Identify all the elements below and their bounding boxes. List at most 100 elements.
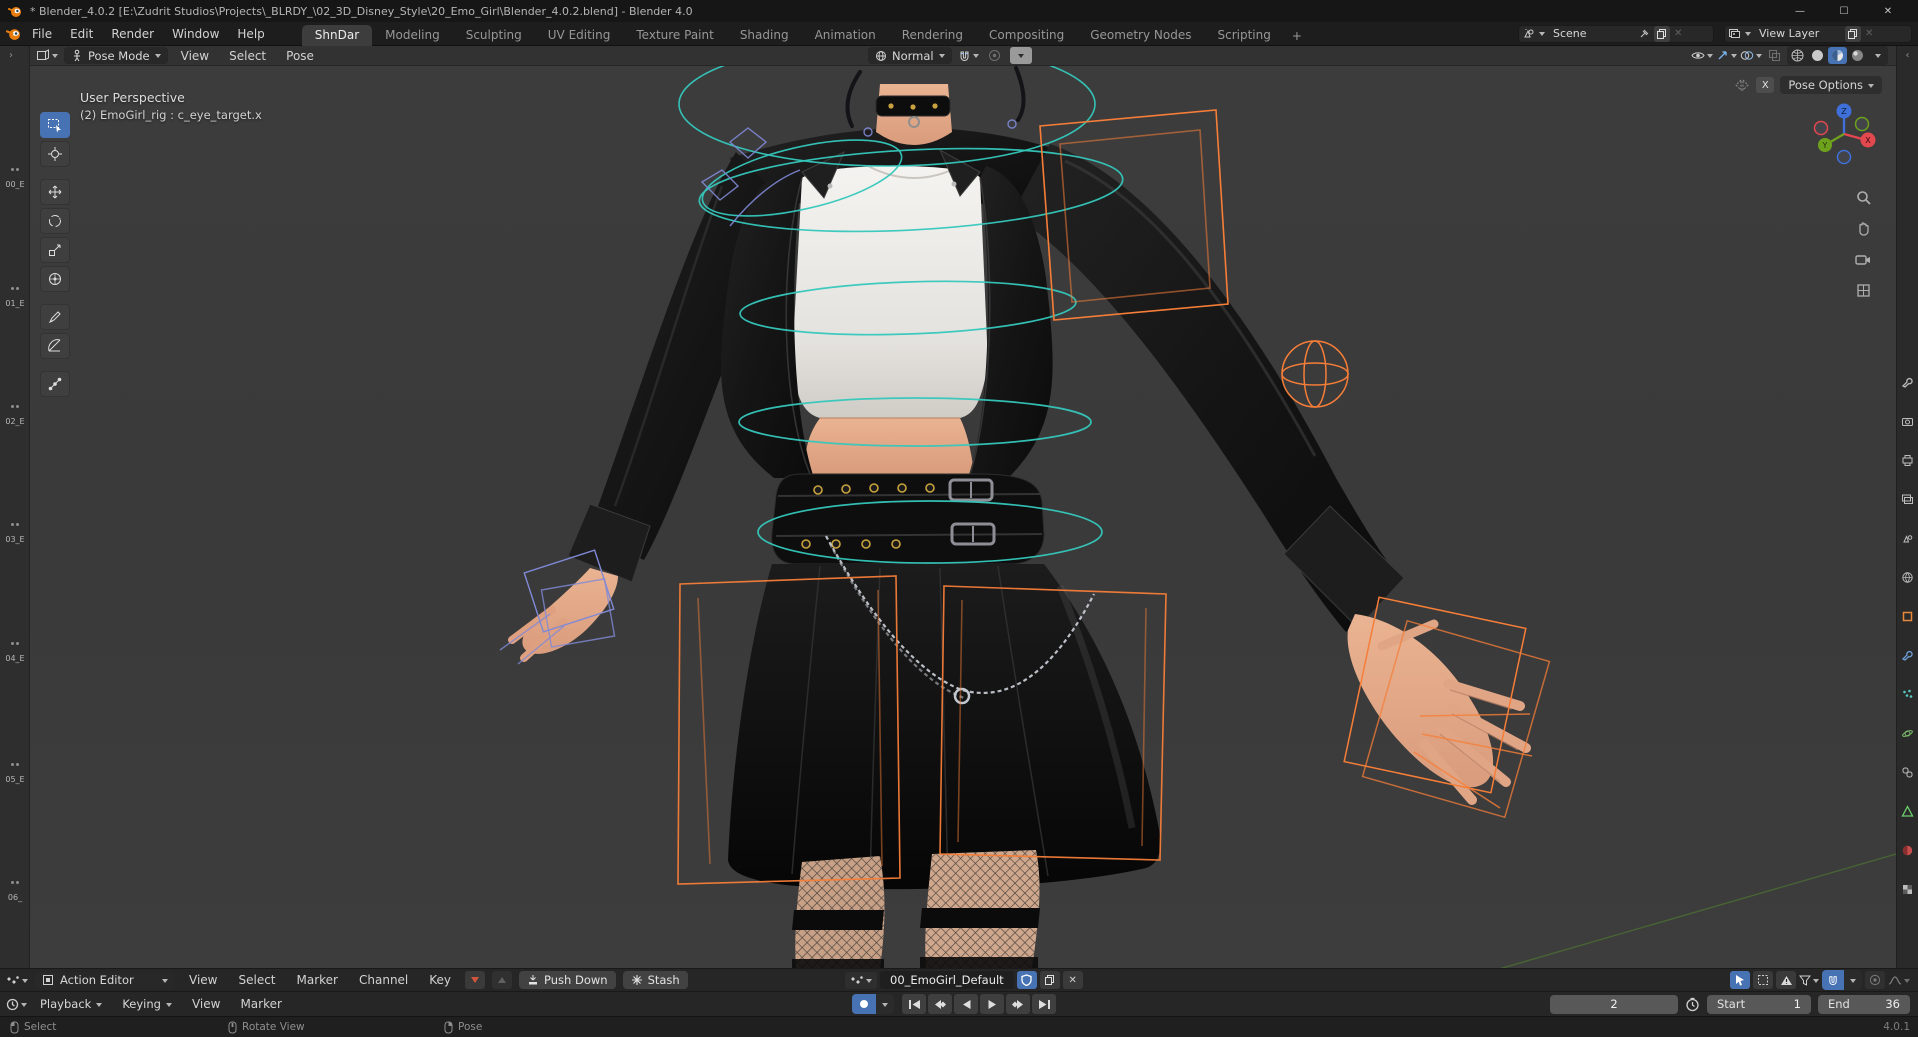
proportional-editing-icon[interactable] (985, 47, 1004, 64)
tool-annotate[interactable] (40, 304, 70, 330)
move-action-up-button[interactable] (492, 971, 513, 989)
dope-menu-key[interactable]: Key (422, 973, 458, 987)
marquee-filter-icon[interactable] (1753, 971, 1773, 989)
workspace-tab-sculpting[interactable]: Sculpting (453, 25, 535, 46)
viewport-3d[interactable]: User Perspective (2) EmoGirl_rig : c_eye… (30, 66, 1896, 968)
browse-action-dropdown[interactable] (845, 971, 877, 989)
stash-button[interactable]: Stash (622, 971, 688, 989)
strip-item[interactable]: 02_E (0, 405, 30, 426)
close-button[interactable]: ✕ (1866, 0, 1910, 22)
playback-menu[interactable]: Playback (33, 996, 109, 1013)
previous-keyframe-button[interactable] (928, 994, 952, 1014)
mirror-x-toggle[interactable]: X (1756, 77, 1775, 93)
action-name-field[interactable]: 00_EmoGirl_Default (880, 971, 1014, 989)
use-preview-range-icon[interactable] (1685, 997, 1700, 1012)
navigation-gizmo[interactable]: Z X Y (1808, 98, 1880, 170)
editor-mode-dropdown[interactable]: Action Editor (35, 971, 175, 989)
current-frame-field[interactable]: 2 (1550, 994, 1678, 1014)
tool-transform[interactable] (40, 266, 70, 292)
add-workspace-button[interactable]: + (1284, 26, 1310, 46)
strip-item[interactable]: 04_E (0, 642, 30, 663)
workspace-tab-shading[interactable]: Shading (727, 25, 802, 46)
timeline-menu-view[interactable]: View (185, 997, 227, 1011)
pan-hand-icon[interactable] (1852, 217, 1874, 239)
view-layer-selector[interactable]: View Layer ✕ (1724, 24, 1912, 43)
shading-dropdown[interactable] (1868, 47, 1887, 64)
properties-tab-tool[interactable] (1901, 376, 1914, 389)
play-button[interactable] (980, 994, 1004, 1014)
properties-tab-output[interactable] (1901, 454, 1914, 467)
blender-menu-icon[interactable] (6, 26, 21, 41)
collapse-strip-icon[interactable]: ‹ (1906, 50, 1910, 61)
tool-measure[interactable] (40, 333, 70, 359)
properties-tab-view-layer[interactable] (1901, 493, 1914, 506)
tool-pose-breakdowner[interactable] (40, 371, 70, 397)
new-view-layer-button[interactable] (1845, 25, 1861, 42)
visibility-dropdown[interactable] (1691, 47, 1713, 64)
dope-menu-select[interactable]: Select (231, 973, 282, 987)
viewport-menu-select[interactable]: Select (222, 49, 273, 63)
filter-dropdown[interactable] (1799, 972, 1819, 989)
transform-orientation-dropdown[interactable]: Normal (868, 47, 952, 64)
pose-options-dropdown[interactable]: Pose Options (1780, 76, 1882, 94)
shading-solid-button[interactable] (1808, 47, 1827, 64)
viewport-menu-view[interactable]: View (174, 49, 216, 63)
push-down-button[interactable]: Push Down (519, 971, 616, 989)
strip-item[interactable]: 00_E (0, 168, 30, 189)
viewport-menu-pose[interactable]: Pose (279, 49, 321, 63)
snap-dropdown[interactable] (958, 47, 979, 64)
workspace-tab-compositing[interactable]: Compositing (976, 25, 1077, 46)
workspace-tab-texture-paint[interactable]: Texture Paint (623, 25, 726, 46)
snap-dropdown[interactable] (1844, 970, 1862, 990)
move-action-down-button[interactable] (465, 971, 486, 989)
properties-tab-modifiers[interactable] (1901, 649, 1914, 662)
auto-keying-toggle[interactable] (852, 994, 876, 1014)
properties-tab-object-data[interactable] (1901, 805, 1914, 818)
workspace-tab-scripting[interactable]: Scripting (1204, 25, 1283, 46)
workspace-tab-shndar[interactable]: ShnDar (301, 24, 373, 46)
shading-material-preview-button[interactable] (1828, 47, 1847, 64)
toggle-ortho-icon[interactable] (1852, 279, 1874, 301)
strip-item[interactable]: 06_ (0, 881, 30, 902)
properties-tab-object[interactable] (1901, 610, 1914, 623)
zoom-icon[interactable] (1852, 186, 1874, 208)
overlays-dropdown[interactable] (1740, 47, 1762, 64)
scene-3d[interactable] (30, 66, 1896, 968)
timeline-menu-marker[interactable]: Marker (233, 997, 288, 1011)
proportional-falloff-dropdown[interactable] (1009, 47, 1032, 64)
auto-keying-dropdown[interactable] (876, 994, 894, 1014)
show-errors-toggle[interactable] (1776, 971, 1796, 989)
pin-icon[interactable] (1639, 28, 1650, 39)
shading-rendered-button[interactable] (1848, 47, 1867, 64)
editor-type-button[interactable] (36, 47, 58, 64)
unlink-action-button[interactable]: ✕ (1062, 971, 1083, 989)
end-frame-field[interactable]: End 36 (1818, 994, 1910, 1014)
next-keyframe-button[interactable] (1006, 994, 1030, 1014)
fake-user-toggle[interactable] (1016, 971, 1037, 989)
xray-toggle[interactable] (1765, 47, 1784, 64)
jump-to-start-button[interactable] (902, 994, 926, 1014)
properties-tab-particles[interactable] (1901, 688, 1914, 701)
only-selected-toggle[interactable] (1730, 971, 1750, 989)
properties-tab-texture[interactable] (1901, 883, 1914, 896)
mode-dropdown[interactable]: Pose Mode (64, 47, 168, 64)
menu-render[interactable]: Render (102, 25, 163, 43)
minimize-button[interactable]: — (1778, 0, 1822, 22)
shading-wireframe-button[interactable] (1788, 47, 1807, 64)
properties-tab-material[interactable] (1901, 844, 1914, 857)
menu-window[interactable]: Window (163, 25, 228, 43)
properties-tab-scene[interactable] (1901, 532, 1914, 545)
tool-rotate[interactable] (40, 208, 70, 234)
play-reverse-button[interactable] (954, 994, 978, 1014)
strip-item[interactable]: 01_E (0, 287, 30, 308)
tool-select-box[interactable] (40, 112, 70, 138)
new-action-button[interactable] (1039, 971, 1060, 989)
expand-strip-icon[interactable]: › (9, 50, 13, 61)
camera-view-icon[interactable] (1852, 248, 1874, 270)
properties-tab-constraints[interactable] (1901, 766, 1914, 779)
workspace-tab-geometry-nodes[interactable]: Geometry Nodes (1077, 25, 1204, 46)
dope-menu-channel[interactable]: Channel (352, 973, 415, 987)
tool-cursor[interactable] (40, 141, 70, 167)
rig-sphere-empty[interactable] (1281, 340, 1349, 408)
workspace-tab-modeling[interactable]: Modeling (372, 25, 453, 46)
